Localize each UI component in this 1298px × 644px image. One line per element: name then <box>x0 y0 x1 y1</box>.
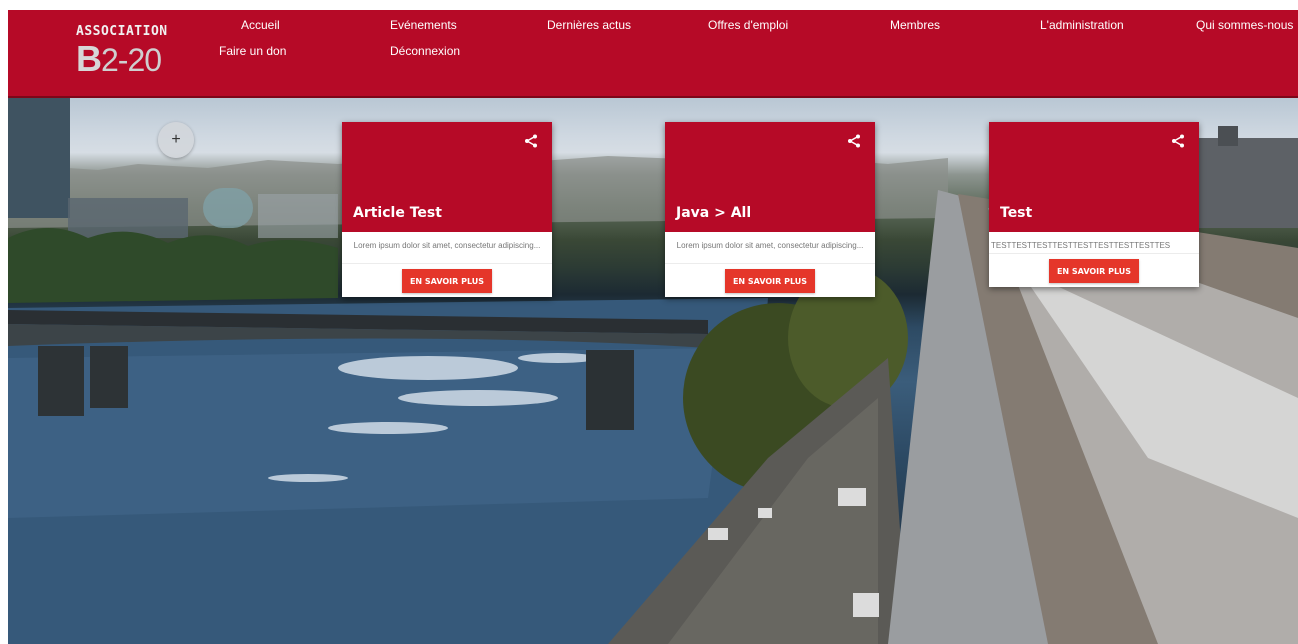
article-card: Article Test Lorem ipsum dolor sit amet,… <box>342 122 552 297</box>
share-icon[interactable] <box>847 134 861 148</box>
card-actions: EN SAVOIR PLUS <box>342 264 552 297</box>
nav-evenements[interactable]: Evénements <box>390 18 457 32</box>
card-header: Test <box>989 122 1199 232</box>
logo[interactable]: ASSOCIATION B2-20 <box>76 24 186 84</box>
card-header: Java > All <box>665 122 875 232</box>
add-button[interactable]: + <box>158 122 194 158</box>
read-more-button[interactable]: EN SAVOIR PLUS <box>402 269 492 293</box>
logo-bottom-text: B2-20 <box>76 38 162 80</box>
card-excerpt: Lorem ipsum dolor sit amet, consectetur … <box>342 232 552 264</box>
read-more-button[interactable]: EN SAVOIR PLUS <box>1049 259 1139 283</box>
page: ASSOCIATION B2-20 Accueil Evénements Der… <box>0 0 1298 644</box>
card-actions: EN SAVOIR PLUS <box>665 264 875 297</box>
nav-qui-sommes-nous[interactable]: Qui sommes-nous <box>1196 18 1293 32</box>
logo-top-text: ASSOCIATION <box>76 24 168 39</box>
logo-letter: B <box>76 38 102 79</box>
card-title[interactable]: Article Test <box>353 205 442 221</box>
share-icon[interactable] <box>1171 134 1185 148</box>
nav-dernieres-actus[interactable]: Dernières actus <box>547 18 631 32</box>
card-excerpt: TESTTESTTESTTESTTESTTESTTESTTESTTES <box>989 232 1199 254</box>
site-header: ASSOCIATION B2-20 Accueil Evénements Der… <box>8 10 1298 98</box>
share-icon[interactable] <box>524 134 538 148</box>
nav-accueil[interactable]: Accueil <box>241 18 280 32</box>
card-header: Article Test <box>342 122 552 232</box>
read-more-button[interactable]: EN SAVOIR PLUS <box>725 269 815 293</box>
card-actions: EN SAVOIR PLUS <box>989 254 1199 287</box>
nav-faire-un-don[interactable]: Faire un don <box>219 44 286 58</box>
nav-administration[interactable]: L'administration <box>1040 18 1124 32</box>
nav-deconnexion[interactable]: Déconnexion <box>390 44 460 58</box>
nav-membres[interactable]: Membres <box>890 18 940 32</box>
card-excerpt: Lorem ipsum dolor sit amet, consectetur … <box>665 232 875 264</box>
article-card: Java > All Lorem ipsum dolor sit amet, c… <box>665 122 875 297</box>
article-card: Test TESTTESTTESTTESTTESTTESTTESTTESTTES… <box>989 122 1199 287</box>
nav-offres-emploi[interactable]: Offres d'emploi <box>708 18 788 32</box>
card-title[interactable]: Java > All <box>676 205 751 221</box>
card-title[interactable]: Test <box>1000 205 1032 221</box>
logo-number: 2-20 <box>101 42 162 78</box>
